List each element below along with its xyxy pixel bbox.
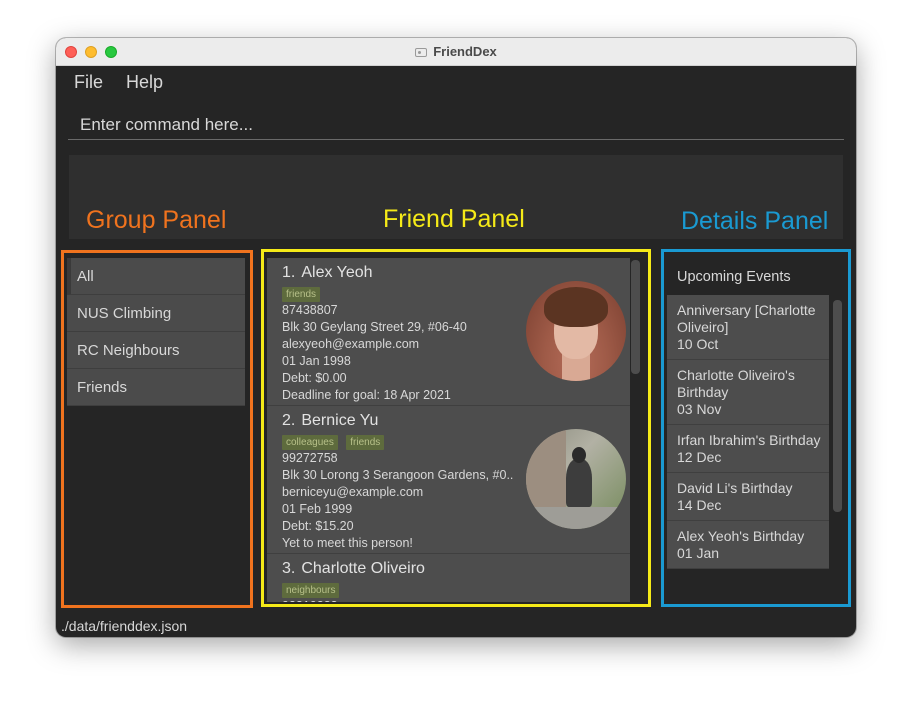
group-panel-highlight [61,250,253,608]
details-panel-highlight [661,249,851,607]
friend-panel-annotation: Friend Panel [383,205,525,233]
status-file-path: ./data/frienddex.json [61,618,188,634]
details-panel-annotation: Details Panel [681,207,829,235]
friend-panel-highlight [261,249,651,607]
app-image-icon [415,48,428,57]
command-input[interactable] [68,110,844,140]
title-bar: FriendDex [56,38,856,66]
window-title-text: FriendDex [433,44,497,59]
app-window: FriendDex File Help Group Panel Friend P… [56,38,856,637]
menu-file[interactable]: File [74,72,103,92]
group-panel-annotation: Group Panel [86,206,227,234]
menu-bar: File Help [74,72,181,93]
menu-help[interactable]: Help [126,72,163,92]
window-title: FriendDex [56,44,856,59]
